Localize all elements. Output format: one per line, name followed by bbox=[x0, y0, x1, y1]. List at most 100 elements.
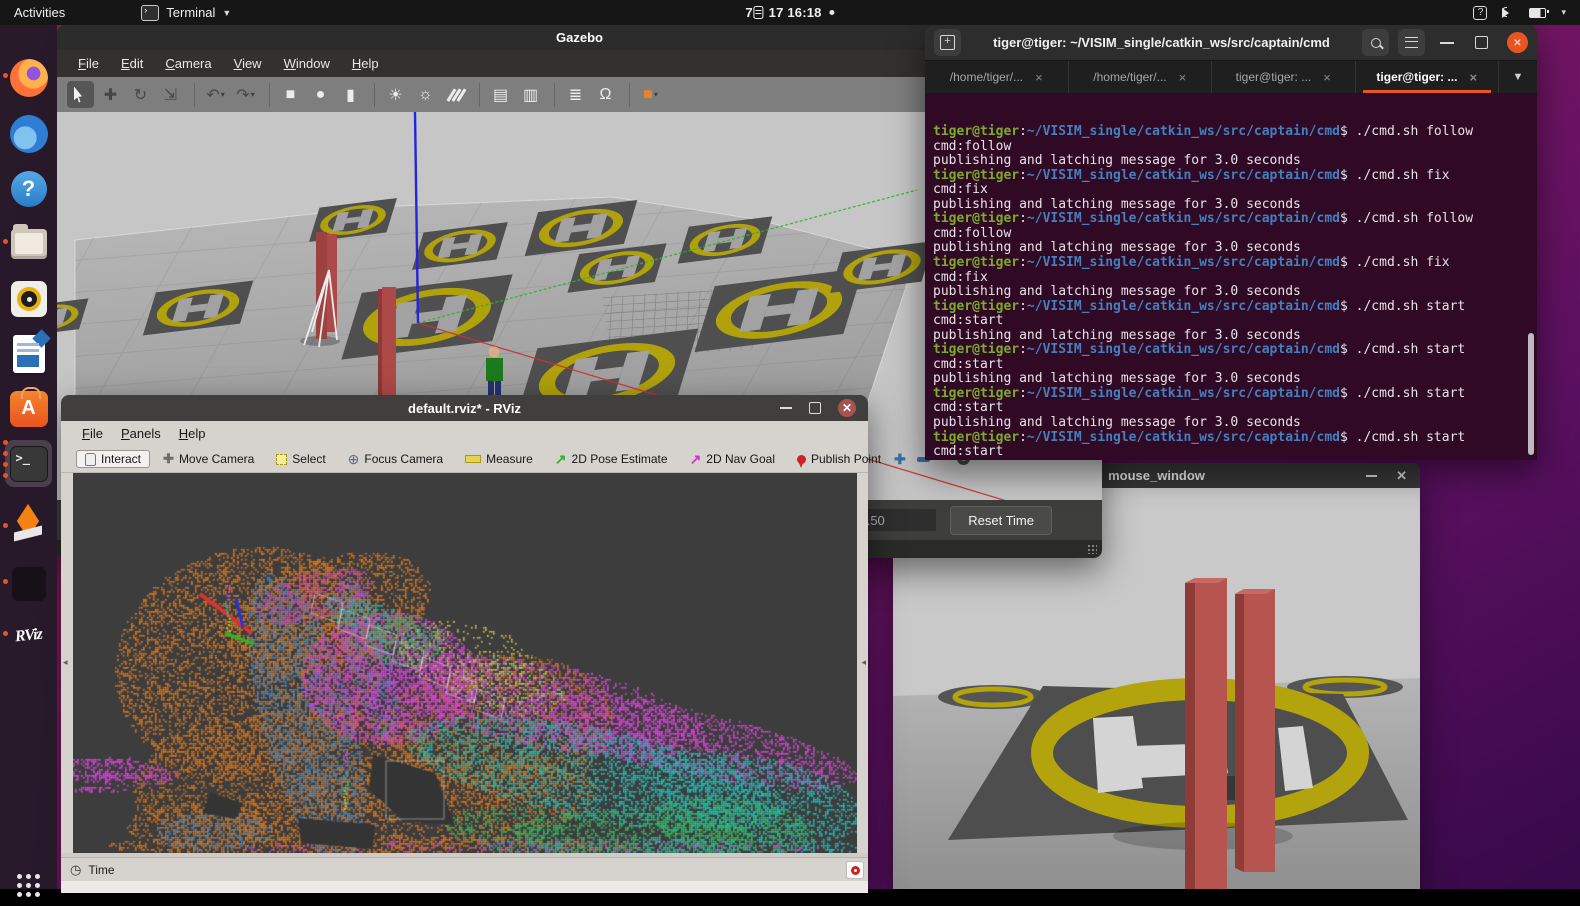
close-icon[interactable]: ✕ bbox=[1396, 468, 1407, 484]
cursor-tool-icon[interactable] bbox=[67, 81, 94, 108]
rviz-tool-move-camera[interactable]: ✚Move Camera bbox=[154, 449, 263, 469]
terminal-tab-1[interactable]: /home/tiger/... × bbox=[925, 61, 1069, 93]
toolbar-separator bbox=[554, 83, 555, 107]
dock-item-libreoffice-writer[interactable] bbox=[8, 333, 49, 374]
gazebo-menu-view[interactable]: View bbox=[223, 56, 273, 71]
search-button[interactable] bbox=[1362, 29, 1389, 56]
terminal-line: publishing and latching message for 3.0 … bbox=[933, 372, 1537, 387]
dock-item-help[interactable]: ? bbox=[8, 168, 49, 209]
dock-item-ubuntu-software[interactable]: A bbox=[8, 388, 49, 429]
rviz-tool-focus-camera[interactable]: ⊕Focus Camera bbox=[339, 449, 452, 470]
rviz-tool-2d-nav-goal[interactable]: ↗2D Nav Goal bbox=[681, 449, 784, 470]
sphere-tool-icon[interactable]: ● bbox=[307, 81, 334, 108]
dock-item-hidden-app[interactable] bbox=[8, 563, 49, 604]
running-indicator-dot bbox=[3, 631, 8, 636]
minimize-icon[interactable] bbox=[1366, 475, 1377, 477]
show-applications-icon bbox=[17, 874, 40, 897]
dock-item-thunderbird[interactable] bbox=[8, 113, 49, 154]
rviz-titlebar[interactable]: default.rviz* - RViz ✕ bbox=[61, 395, 868, 421]
system-tray[interactable]: ? ▾ bbox=[1473, 6, 1580, 20]
minimize-button[interactable] bbox=[1434, 42, 1460, 44]
dock-item-rviz[interactable]: RViz bbox=[8, 615, 49, 656]
close-icon[interactable]: ✕ bbox=[838, 399, 856, 417]
clock-button[interactable]: 7 17 16:18 bbox=[745, 5, 834, 20]
terminal-app-icon bbox=[141, 5, 159, 21]
rviz-menu-help[interactable]: Help bbox=[170, 426, 215, 441]
new-tab-button[interactable]: + bbox=[934, 29, 961, 56]
running-indicator-dot bbox=[3, 523, 8, 528]
copy-tool-icon[interactable]: ▤ bbox=[487, 81, 514, 108]
time-panel-body bbox=[61, 881, 868, 893]
dock-item-gazebo[interactable] bbox=[8, 507, 49, 548]
rviz-tool-2d-pose-estimate[interactable]: ↗2D Pose Estimate bbox=[546, 449, 677, 470]
app-menu-label: Terminal bbox=[166, 5, 215, 20]
gazebo-menu-edit[interactable]: Edit bbox=[110, 56, 154, 71]
tab-close-icon[interactable]: × bbox=[1469, 70, 1477, 85]
cylinder-tool-icon[interactable]: ▮ bbox=[337, 81, 364, 108]
rviz-menu-panels[interactable]: Panels bbox=[112, 426, 170, 441]
red-pillar bbox=[327, 234, 337, 332]
time-panel-close-button[interactable] bbox=[846, 861, 864, 879]
tab-label: tiger@tiger: ... bbox=[1376, 70, 1457, 84]
rotate-tool-icon[interactable]: ↻ bbox=[127, 81, 154, 108]
maximize-icon[interactable] bbox=[809, 402, 821, 414]
rviz-tool-select[interactable]: Select bbox=[267, 450, 334, 468]
clock-text: 7 bbox=[745, 5, 752, 20]
move-icon: ✚ bbox=[163, 451, 174, 467]
undo-tool-icon[interactable]: ↶▾ bbox=[202, 81, 229, 108]
tool-label: Measure bbox=[486, 452, 533, 466]
dock-item-show-applications[interactable] bbox=[8, 865, 49, 906]
terminal-line: publishing and latching message for 3.0 … bbox=[933, 154, 1537, 169]
dock-item-files[interactable] bbox=[8, 223, 49, 264]
scale-tool-icon[interactable]: ⇲ bbox=[157, 81, 184, 108]
align-tool-icon[interactable]: ≣ bbox=[562, 81, 589, 108]
terminal-output[interactable]: tiger@tiger:~/VISIM_single/catkin_ws/src… bbox=[925, 93, 1537, 460]
insert-model-tool-icon[interactable]: ■▾ bbox=[637, 81, 664, 108]
collapse-right-panel-icon[interactable]: ◂ bbox=[861, 657, 866, 668]
tab-label: /home/tiger/... bbox=[950, 70, 1023, 84]
snap-tool-icon[interactable]: Ω bbox=[592, 81, 619, 108]
activities-button[interactable]: Activities bbox=[0, 0, 79, 25]
move-tool-icon[interactable]: ✚ bbox=[97, 81, 124, 108]
tab-close-icon[interactable]: × bbox=[1035, 70, 1043, 85]
paste-tool-icon[interactable]: ▥ bbox=[517, 81, 544, 108]
dock-item-terminal[interactable]: >_ bbox=[5, 440, 52, 487]
terminal-tab-4[interactable]: tiger@tiger: ... × bbox=[1356, 61, 1500, 93]
point-light-tool-icon[interactable]: ☀ bbox=[382, 81, 409, 108]
gazebo-menu-help[interactable]: Help bbox=[341, 56, 390, 71]
reset-time-button[interactable]: Reset Time bbox=[950, 506, 1052, 535]
app-menu[interactable]: Terminal ▼ bbox=[141, 0, 231, 25]
dock-item-rhythmbox[interactable] bbox=[8, 278, 49, 319]
hidden-app-icon bbox=[12, 567, 46, 601]
tab-close-icon[interactable]: × bbox=[1323, 70, 1331, 85]
tab-close-icon[interactable]: × bbox=[1179, 70, 1187, 85]
collapse-left-panel-icon[interactable]: ◂ bbox=[63, 657, 68, 668]
clock-icon: ◷ bbox=[70, 863, 81, 876]
menu-button[interactable] bbox=[1398, 29, 1425, 56]
close-button[interactable]: × bbox=[1507, 32, 1528, 53]
gazebo-menu-window[interactable]: Window bbox=[273, 56, 341, 71]
terminal-tab-3[interactable]: tiger@tiger: ...× bbox=[1212, 61, 1356, 93]
rviz-menu-file[interactable]: File bbox=[73, 426, 112, 441]
directional-light-tool-icon[interactable] bbox=[442, 81, 469, 108]
rviz-tool-interact[interactable]: Interact bbox=[76, 450, 150, 468]
gazebo-menu-camera[interactable]: Camera bbox=[154, 56, 222, 71]
add-tool-button[interactable]: ✚ bbox=[894, 451, 906, 468]
tab-list-dropdown[interactable]: ▼ bbox=[1499, 61, 1537, 93]
rviz-pointcloud-viewport[interactable] bbox=[73, 473, 857, 853]
scrollbar-thumb[interactable] bbox=[1528, 333, 1534, 455]
dock-item-firefox[interactable] bbox=[8, 57, 49, 98]
terminal-line: cmd:start bbox=[933, 445, 1537, 460]
terminal-tab-2[interactable]: /home/tiger/...× bbox=[1069, 61, 1213, 93]
rviz-tool-measure[interactable]: Measure bbox=[456, 450, 542, 468]
cube-tool-icon[interactable]: ■ bbox=[277, 81, 304, 108]
gazebo-title: Gazebo bbox=[556, 30, 603, 45]
maximize-button[interactable] bbox=[1469, 36, 1494, 49]
terminal-headerbar[interactable]: + tiger@tiger: ~/VISIM_single/catkin_ws/… bbox=[925, 25, 1537, 60]
hamburger-icon bbox=[1405, 37, 1418, 48]
rviz-tool-publish-point[interactable]: Publish Point bbox=[788, 450, 890, 468]
minimize-icon[interactable] bbox=[780, 407, 792, 409]
redo-tool-icon[interactable]: ↷▾ bbox=[232, 81, 259, 108]
gazebo-menu-file[interactable]: File bbox=[67, 56, 110, 71]
spot-light-tool-icon[interactable]: ☼ bbox=[412, 81, 439, 108]
